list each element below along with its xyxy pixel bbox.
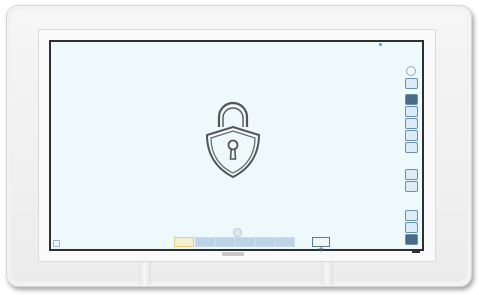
menu-icon[interactable]	[405, 78, 418, 89]
page-thumbnail[interactable]	[235, 237, 255, 247]
corner-settings-icon[interactable]	[53, 240, 60, 247]
plus-icon	[318, 246, 324, 252]
redo-icon[interactable]	[405, 169, 418, 180]
save-icon[interactable]	[405, 210, 418, 221]
status-light	[379, 43, 382, 46]
undo-icon[interactable]	[405, 142, 418, 153]
share-icon[interactable]	[405, 181, 418, 192]
select-icon[interactable]	[405, 118, 418, 129]
layers-icon[interactable]	[405, 234, 418, 245]
bezel-logo	[222, 252, 244, 256]
page-thumbnail[interactable]	[255, 237, 275, 247]
page-thumbnail-active[interactable]	[174, 237, 194, 247]
padlock-icon	[205, 101, 261, 179]
power-icon[interactable]	[405, 222, 418, 233]
zoom-icon[interactable]	[405, 130, 418, 141]
side-toolbar	[405, 64, 418, 246]
page-thumbnail[interactable]	[195, 237, 215, 247]
settings-circle-icon[interactable]	[406, 66, 416, 76]
add-page-button[interactable]	[312, 237, 330, 252]
page-thumbnail[interactable]	[215, 237, 235, 247]
page-thumbnail[interactable]	[275, 237, 295, 247]
pen-icon[interactable]	[405, 94, 418, 105]
eraser-icon[interactable]	[405, 106, 418, 117]
page-navigation-bar	[165, 236, 335, 252]
